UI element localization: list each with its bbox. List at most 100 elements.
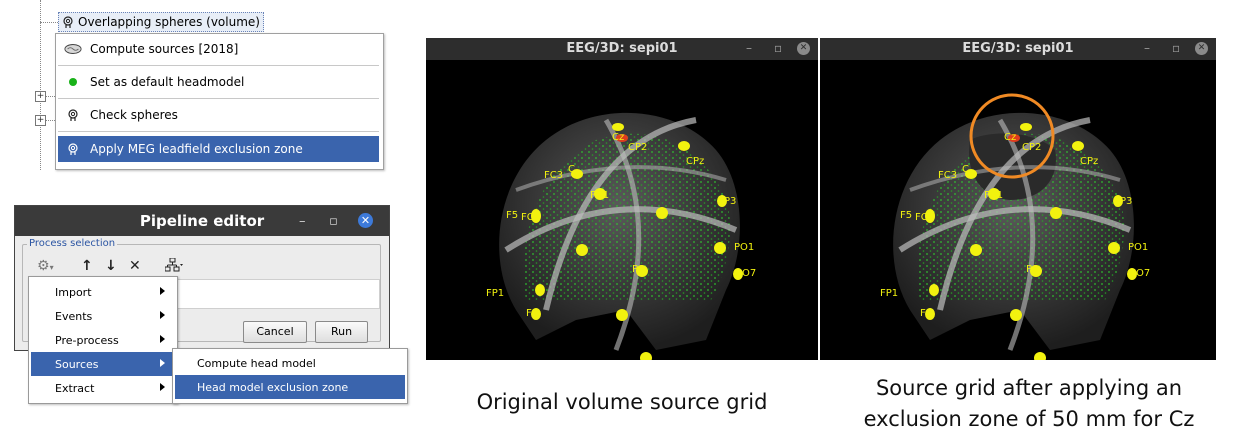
expand-icon[interactable]: +	[35, 115, 46, 126]
menu-item-label: Pre-process	[55, 333, 119, 347]
menu-item-compute-sources[interactable]: Compute sources [2018]	[58, 36, 379, 62]
tree-line	[46, 120, 55, 121]
svg-text:F: F	[526, 308, 532, 319]
svg-text:F: F	[920, 308, 926, 319]
run-button[interactable]: Run	[315, 321, 368, 343]
minimize-button[interactable]: –	[299, 214, 306, 229]
menu-item-label: Sources	[55, 357, 99, 371]
svg-text:FC1: FC1	[590, 190, 609, 201]
svg-text:Cz: Cz	[1004, 132, 1016, 143]
svg-text:F5: F5	[900, 210, 912, 221]
tree-node-label: Overlapping spheres (volume)	[78, 15, 260, 29]
menu-item-import[interactable]: Import	[31, 280, 175, 304]
menu-item-label: Extract	[55, 381, 95, 395]
green-dot-icon	[64, 74, 82, 90]
pipeline-icon[interactable]	[164, 257, 183, 276]
menu-separator	[58, 131, 379, 132]
svg-text:F5: F5	[506, 210, 518, 221]
database-tree: + + Overlapping spheres (volume) Compute…	[0, 0, 390, 170]
maximize-button[interactable]: ▫	[1172, 41, 1180, 55]
chevron-right-icon	[160, 287, 165, 295]
menu-item-set-default[interactable]: Set as default headmodel	[58, 69, 379, 95]
tree-line	[40, 0, 41, 170]
menu-item-sources[interactable]: Sources	[31, 352, 175, 376]
cancel-button[interactable]: Cancel	[243, 321, 307, 343]
window-title: EEG/3D: sepi01	[426, 38, 818, 60]
menu-item-pre-process[interactable]: Pre-process	[31, 328, 175, 352]
maximize-button[interactable]: ▫	[774, 41, 782, 55]
svg-text:CP2: CP2	[628, 142, 647, 153]
menu-separator	[58, 98, 379, 99]
window-title: EEG/3D: sepi01	[820, 38, 1216, 60]
move-up-icon[interactable]: ↑	[81, 258, 93, 274]
tree-line	[46, 96, 55, 97]
svg-text:PO7: PO7	[1130, 268, 1150, 279]
menu-item-head-model-exclusion-zone[interactable]: Head model exclusion zone	[175, 375, 405, 399]
delete-icon[interactable]: ✕	[129, 258, 141, 274]
tree-line	[40, 22, 58, 23]
menu-item-label: Events	[55, 309, 93, 323]
minimize-button[interactable]: –	[1144, 41, 1150, 55]
tree-node-headmodel[interactable]: Overlapping spheres (volume)	[58, 12, 264, 32]
menu-item-apply-exclusion-zone[interactable]: Apply MEG leadfield exclusion zone	[58, 136, 379, 162]
svg-text:PO1: PO1	[1128, 242, 1148, 253]
chevron-right-icon	[160, 359, 165, 367]
close-button[interactable]: ✕	[797, 42, 810, 55]
menu-item-label: Apply MEG leadfield exclusion zone	[90, 142, 303, 156]
svg-text:CPz: CPz	[686, 156, 704, 167]
spheres-icon	[64, 107, 82, 123]
section-label: Process selection	[27, 238, 118, 249]
minimize-button[interactable]: –	[746, 41, 752, 55]
svg-text:P8: P8	[1026, 264, 1038, 275]
menu-separator	[58, 65, 379, 66]
expand-icon[interactable]: +	[35, 91, 46, 102]
spheres-icon	[63, 15, 73, 28]
spheres-icon	[64, 141, 82, 157]
svg-text:PO7: PO7	[736, 268, 756, 279]
menu-item-label: Compute sources [2018]	[90, 42, 239, 56]
close-button[interactable]: ✕	[358, 213, 373, 228]
svg-text:FC: FC	[915, 212, 928, 223]
menu-item-compute-head-model[interactable]: Compute head model	[175, 351, 405, 375]
head-3d-view[interactable]: CP2 Cz CPz FC3 C FC1 F5 FC P3 PO1 PO7 FP…	[426, 60, 818, 360]
svg-text:P3: P3	[724, 196, 736, 207]
svg-text:CP2: CP2	[1022, 142, 1041, 153]
move-down-icon[interactable]: ↓	[105, 258, 117, 274]
head-3d-view[interactable]: CP2 Cz CPz FC3 C FC1 F5 FC P3 PO1 PO7 FP…	[820, 60, 1216, 360]
chevron-right-icon	[160, 383, 165, 391]
caption-original: Original volume source grid	[476, 390, 768, 414]
title-bar: Pipeline editor – ▫ ✕	[15, 206, 389, 236]
sources-submenu: Compute head model Head model exclusion …	[172, 348, 408, 404]
eeg-3d-window-original: EEG/3D: sepi01 – ▫ ✕ CP2 Cz CPz FC3 C FC…	[426, 38, 818, 360]
svg-text:C: C	[962, 164, 969, 175]
svg-text:Cz: Cz	[612, 132, 624, 143]
menu-item-label: Set as default headmodel	[90, 75, 245, 89]
chevron-right-icon	[160, 311, 165, 319]
menu-item-extract[interactable]: Extract	[31, 376, 175, 400]
caption-exclusion-line1: Source grid after applying an	[875, 376, 1183, 400]
svg-text:P8: P8	[632, 264, 644, 275]
svg-text:FP1: FP1	[880, 288, 898, 299]
svg-text:C: C	[568, 164, 575, 175]
menu-item-check-spheres[interactable]: Check spheres	[58, 102, 379, 128]
caption-exclusion-line2: exclusion zone of 50 mm for Cz	[863, 407, 1195, 431]
svg-text:P3: P3	[1120, 196, 1132, 207]
maximize-button[interactable]: ▫	[329, 214, 338, 229]
svg-text:CPz: CPz	[1080, 156, 1098, 167]
chevron-right-icon	[160, 335, 165, 343]
menu-item-events[interactable]: Events	[31, 304, 175, 328]
svg-text:FP1: FP1	[486, 288, 504, 299]
eeg-3d-window-exclusion: EEG/3D: sepi01 – ▫ ✕ CP2 Cz CPz FC3 C FC…	[820, 38, 1216, 360]
svg-text:PO1: PO1	[734, 242, 754, 253]
gear-icon[interactable]: ⚙▾	[37, 258, 54, 274]
process-menu: Import Events Pre-process Sources Extrac…	[28, 276, 178, 404]
menu-item-label: Check spheres	[90, 108, 178, 122]
svg-text:FC3: FC3	[938, 170, 957, 181]
brain-icon	[64, 41, 82, 57]
svg-text:FC1: FC1	[984, 190, 1003, 201]
svg-text:FC: FC	[521, 212, 534, 223]
menu-item-label: Import	[55, 285, 92, 299]
svg-text:FC3: FC3	[544, 170, 563, 181]
context-menu: Compute sources [2018] Set as default he…	[55, 33, 384, 170]
close-button[interactable]: ✕	[1195, 42, 1208, 55]
